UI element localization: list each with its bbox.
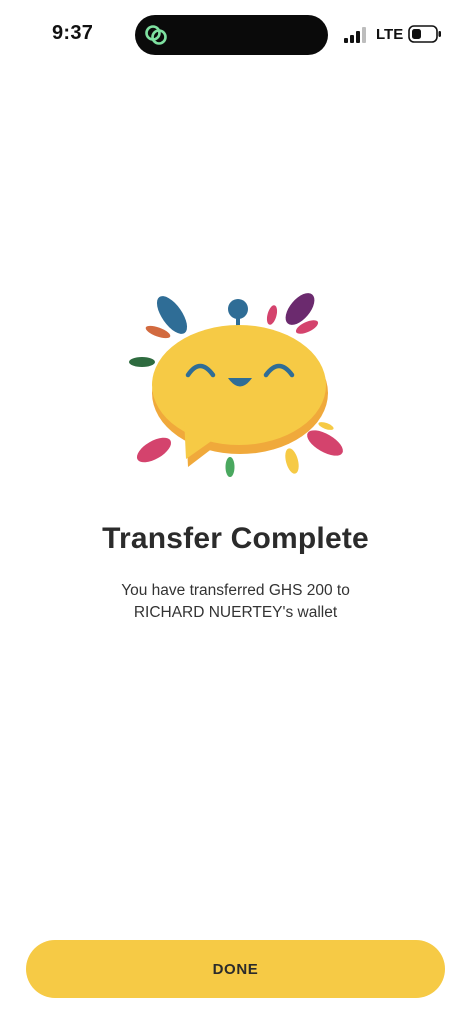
status-time: 9:37 <box>52 22 94 44</box>
dynamic-island <box>135 15 328 55</box>
battery-icon <box>408 25 441 43</box>
page-title: Transfer Complete <box>102 522 369 555</box>
transfer-complete-screen: 9:37 LTE Transfer Complete You have tran… <box>0 0 471 1024</box>
network-type-label: LTE <box>376 26 404 43</box>
transfer-message-line2: RICHARD NUERTEY's wallet <box>133 604 338 621</box>
smiling-chat-bubble-icon <box>129 293 343 477</box>
done-button[interactable]: DONE <box>26 940 445 998</box>
linked-rings-icon <box>145 25 167 45</box>
signal-bars-icon <box>344 27 366 43</box>
transfer-message: You have transferred GHS 200 to RICHARD … <box>60 580 411 624</box>
transfer-message-line1: You have transferred GHS 200 to <box>121 582 350 599</box>
